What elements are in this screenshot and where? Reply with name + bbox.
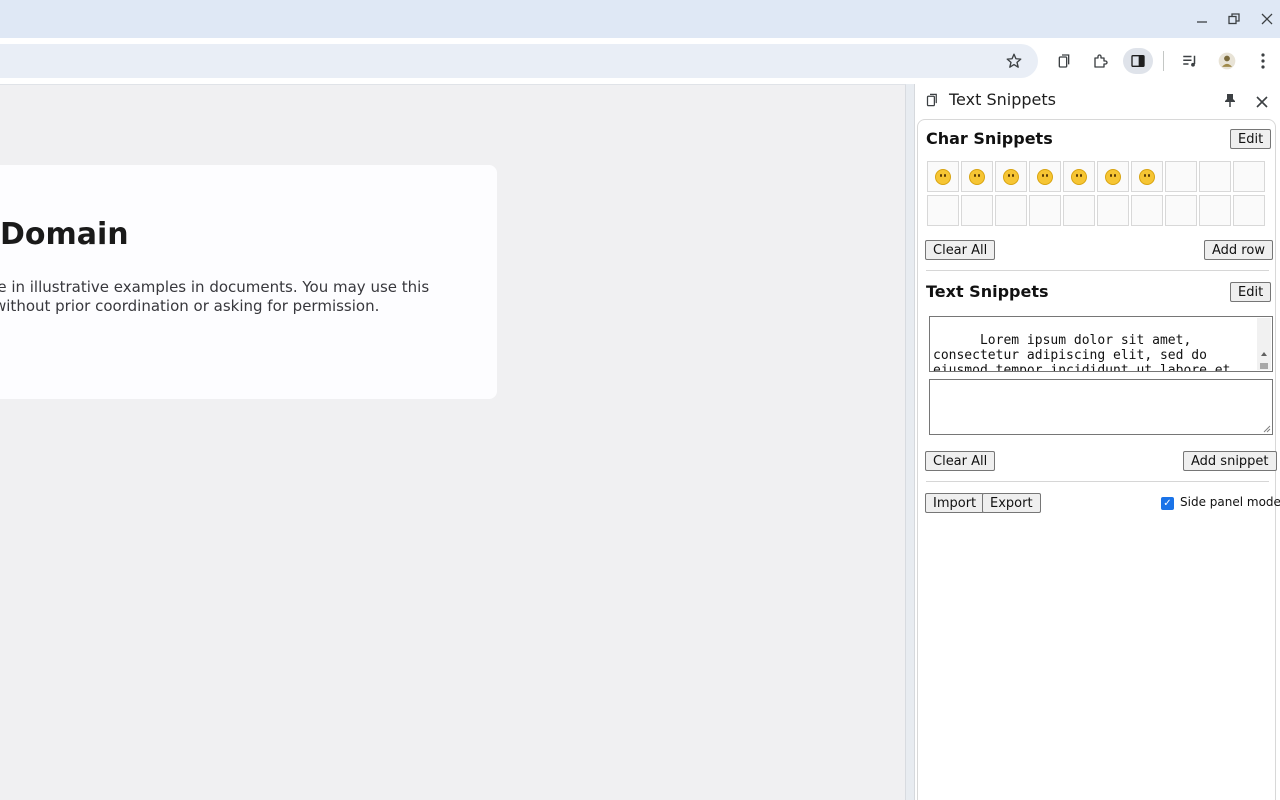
char-snippet-cell[interactable]: 😃 [1029,161,1061,192]
restore-icon[interactable] [1221,6,1247,32]
clipboard-extension-icon [925,92,940,112]
resize-handle-icon[interactable] [1261,423,1271,433]
emoji-glyph: 😂 [1003,168,1019,185]
section-divider [926,270,1269,271]
empty-char-cell[interactable] [961,195,993,226]
toolbar-separator [1163,51,1164,71]
char-clear-all-button[interactable]: Clear All [925,240,996,260]
snippet-scrollbar[interactable] [1257,318,1271,370]
empty-char-cell[interactable] [1165,161,1197,192]
empty-char-cell[interactable] [1063,195,1095,226]
add-row-button[interactable]: Add row [1204,240,1273,260]
profile-avatar-icon[interactable] [1214,48,1240,74]
side-panel: Text Snippets Char Snippets Edit 😀 😁 😂 😃 😄 😅 😆… [914,84,1280,800]
extensions-puzzle-icon[interactable] [1088,48,1114,74]
new-snippet-textarea[interactable] [929,379,1273,435]
text-snippets-title: Text Snippets [926,282,1049,301]
close-icon[interactable] [1254,6,1280,32]
char-snippets-title: Char Snippets [926,129,1053,148]
side-panel-mode-checkbox[interactable]: ✓ [1161,497,1174,510]
address-bar[interactable] [0,44,1038,78]
emoji-glyph: 😁 [969,168,985,185]
snippet-text: Lorem ipsum dolor sit amet, consectetur … [933,333,1231,372]
side-panel-mode-label: Side panel mode [1180,495,1280,509]
text-clear-all-button[interactable]: Clear All [925,451,996,471]
snippet-textarea[interactable]: Lorem ipsum dolor sit amet, consectetur … [929,316,1273,372]
char-snippet-cell[interactable]: 😄 [1063,161,1095,192]
close-panel-icon[interactable] [1256,93,1268,112]
char-snippet-cell[interactable]: 😀 [927,161,959,192]
emoji-glyph: 😆 [1139,168,1155,185]
empty-char-cell[interactable] [995,195,1027,226]
title-bar [0,0,1280,38]
media-control-icon[interactable] [1177,48,1203,74]
empty-char-cell[interactable] [1029,195,1061,226]
char-snippet-cell[interactable]: 😅 [1097,161,1129,192]
browser-toolbar [0,38,1280,84]
page-paragraph-line: use in illustrative examples in document… [0,278,430,296]
import-button[interactable]: Import [925,493,985,513]
text-edit-button[interactable]: Edit [1230,282,1272,302]
empty-char-cell[interactable] [1233,195,1265,226]
clipboard-extension-icon[interactable] [1051,48,1077,74]
minimize-icon[interactable] [1189,6,1215,32]
char-snippet-cell[interactable]: 😁 [961,161,993,192]
side-panel-header: Text Snippets [915,84,1280,118]
emoji-glyph: 😄 [1071,168,1087,185]
side-panel-icon[interactable] [1123,48,1153,74]
empty-char-cell[interactable] [1199,161,1231,192]
empty-char-cell[interactable] [1131,195,1163,226]
page-heading: Domain [0,217,129,252]
emoji-glyph: 😀 [935,168,951,185]
web-content: Domain use in illustrative examples in d… [0,84,906,800]
bookmark-star-icon[interactable] [1001,48,1027,74]
add-snippet-button[interactable]: Add snippet [1183,451,1277,471]
snippets-container: Char Snippets Edit 😀 😁 😂 😃 😄 😅 😆 Clear All Add… [917,119,1280,800]
char-snippet-cell[interactable]: 😂 [995,161,1027,192]
side-panel-title: Text Snippets [949,90,1056,109]
empty-char-cell[interactable] [927,195,959,226]
empty-char-cell[interactable] [1165,195,1197,226]
page-paragraph-line: e without prior coordination or asking f… [0,297,380,315]
pin-icon[interactable] [1224,92,1236,111]
empty-char-cell[interactable] [1233,161,1265,192]
menu-kebab-icon[interactable] [1250,48,1276,74]
section-divider [926,481,1269,482]
export-button[interactable]: Export [982,493,1041,513]
emoji-glyph: 😅 [1105,168,1121,185]
char-edit-button[interactable]: Edit [1230,129,1272,149]
emoji-glyph: 😃 [1037,168,1053,185]
char-snippet-cell[interactable]: 😆 [1131,161,1163,192]
empty-char-cell[interactable] [1199,195,1231,226]
example-domain-card: Domain use in illustrative examples in d… [0,165,497,399]
empty-char-cell[interactable] [1097,195,1129,226]
